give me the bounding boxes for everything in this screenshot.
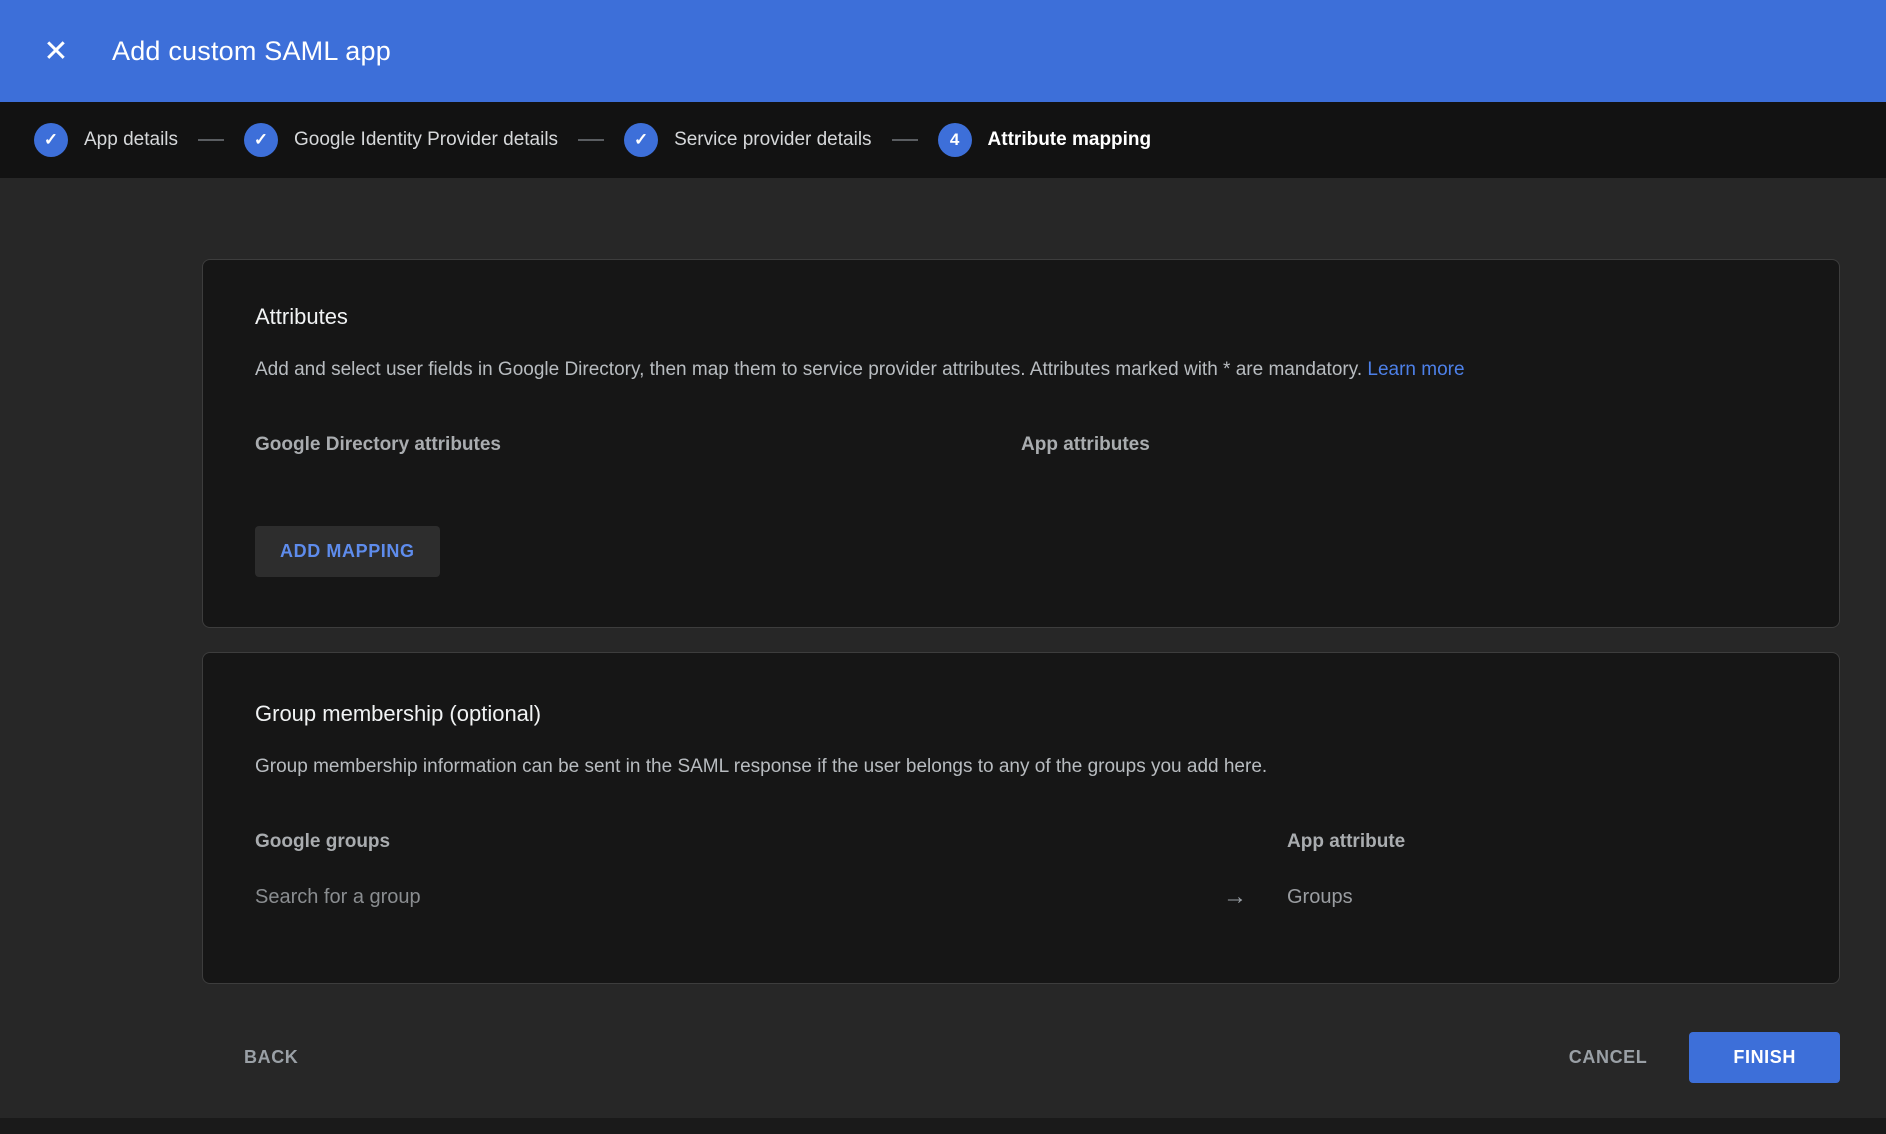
back-button[interactable]: BACK xyxy=(244,1047,298,1068)
arrow-right-icon: → xyxy=(1223,883,1287,911)
step-service-provider-details[interactable]: ✓ Service provider details xyxy=(624,123,871,157)
attributes-card-title: Attributes xyxy=(255,304,1787,330)
step-google-idp-details[interactable]: ✓ Google Identity Provider details xyxy=(244,123,558,157)
app-attribute-input[interactable] xyxy=(1287,886,1787,909)
google-groups-header: Google groups xyxy=(255,831,1223,853)
step-number: 4 xyxy=(938,123,972,157)
step-label: App details xyxy=(84,129,178,151)
attributes-card-description: Add and select user fields in Google Dir… xyxy=(255,357,1787,382)
step-separator xyxy=(578,139,604,141)
group-membership-description: Group membership information can be sent… xyxy=(255,754,1787,779)
finish-button[interactable]: FINISH xyxy=(1689,1032,1840,1083)
add-mapping-button[interactable]: ADD MAPPING xyxy=(255,526,440,577)
google-directory-attributes-header: Google Directory attributes xyxy=(255,434,1021,456)
step-separator xyxy=(892,139,918,141)
dialog-header: ✕ Add custom SAML app xyxy=(0,0,1886,102)
attributes-column-headers: Google Directory attributes App attribut… xyxy=(255,434,1787,456)
learn-more-link[interactable]: Learn more xyxy=(1367,359,1464,380)
attributes-description-text: Add and select user fields in Google Dir… xyxy=(255,359,1362,380)
group-membership-card: Group membership (optional) Group member… xyxy=(202,652,1840,984)
close-icon[interactable]: ✕ xyxy=(36,31,76,71)
step-app-details[interactable]: ✓ App details xyxy=(34,123,178,157)
app-attributes-header: App attributes xyxy=(1021,434,1787,456)
app-attribute-header: App attribute xyxy=(1287,831,1787,853)
group-search-input[interactable] xyxy=(255,886,1223,909)
group-membership-card-title: Group membership (optional) xyxy=(255,701,1787,727)
bottom-strip xyxy=(0,1118,1886,1134)
step-separator xyxy=(198,139,224,141)
step-label: Attribute mapping xyxy=(988,129,1152,151)
step-attribute-mapping[interactable]: 4 Attribute mapping xyxy=(938,123,1152,157)
step-label: Google Identity Provider details xyxy=(294,129,558,151)
group-mapping-grid: Google groups App attribute → xyxy=(255,831,1787,911)
check-icon: ✓ xyxy=(244,123,278,157)
main-content: Attributes Add and select user fields in… xyxy=(0,178,1886,1083)
check-icon: ✓ xyxy=(34,123,68,157)
dialog-title: Add custom SAML app xyxy=(112,36,391,67)
check-icon: ✓ xyxy=(624,123,658,157)
attributes-card: Attributes Add and select user fields in… xyxy=(202,259,1840,628)
footer-actions: BACK CANCEL FINISH xyxy=(202,1032,1840,1083)
cancel-button[interactable]: CANCEL xyxy=(1569,1047,1648,1068)
wizard-stepper: ✓ App details ✓ Google Identity Provider… xyxy=(0,102,1886,178)
step-label: Service provider details xyxy=(674,129,871,151)
